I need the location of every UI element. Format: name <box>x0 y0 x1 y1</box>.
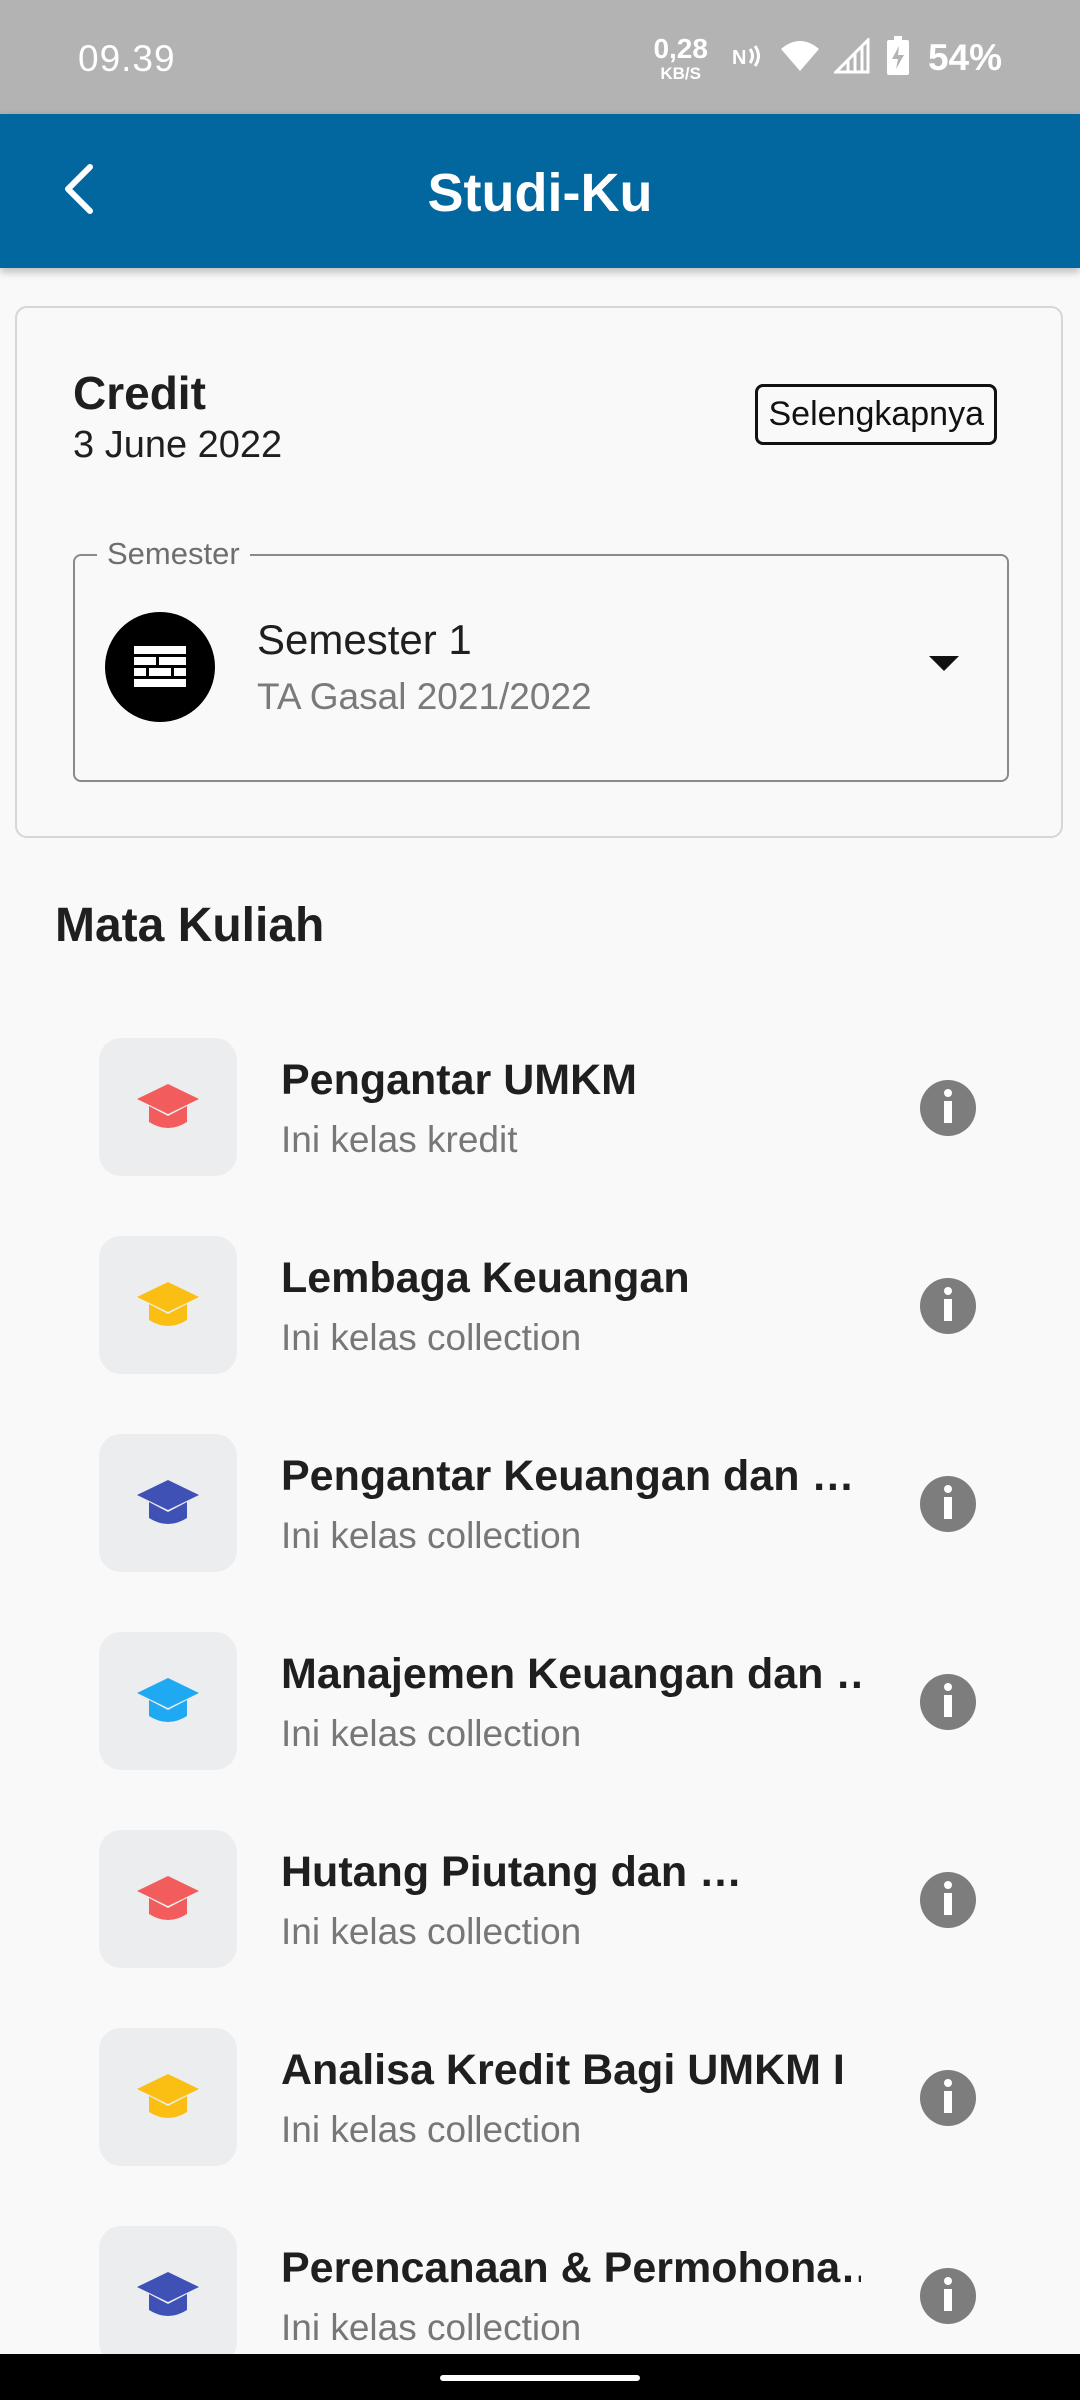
wall-icon <box>105 612 215 722</box>
course-item[interactable]: Hutang Piutang dan … Ini kelas collectio… <box>0 1830 1080 1968</box>
graduation-cap-icon <box>99 1236 237 1374</box>
info-icon <box>943 1088 953 1128</box>
home-gesture-handle[interactable] <box>440 2375 640 2381</box>
semester-label: Semester <box>97 536 250 572</box>
course-description: Ini kelas collection <box>281 1911 582 1952</box>
network-speed-value: 0,28 <box>653 32 708 64</box>
see-more-button[interactable]: Selengkapnya <box>755 384 997 445</box>
nfc-icon: N <box>732 39 766 78</box>
app-bar: Studi-Ku <box>0 114 1080 268</box>
course-name: Pengantar Keuangan dan … <box>281 1452 855 1500</box>
info-icon <box>943 2276 953 2316</box>
info-button[interactable] <box>920 1080 976 1136</box>
svg-text:N: N <box>732 47 746 69</box>
course-name: Manajemen Keuangan dan … <box>281 1650 861 1698</box>
course-description: Ini kelas collection <box>281 2307 582 2348</box>
course-item[interactable]: Pengantar Keuangan dan … Ini kelas colle… <box>0 1434 1080 1572</box>
course-name: Pengantar UMKM <box>281 1056 637 1104</box>
semester-selected: Semester 1 <box>257 616 472 663</box>
info-button[interactable] <box>920 1674 976 1730</box>
info-icon <box>943 1880 953 1920</box>
info-button[interactable] <box>920 2070 976 2126</box>
battery-percentage: 54% <box>927 37 1002 78</box>
info-icon <box>943 1286 953 1326</box>
credit-date: 3 June 2022 <box>73 424 283 466</box>
course-description: Ini kelas collection <box>281 1713 582 1754</box>
status-icons: 0,28 KB/S N 54% <box>653 30 1002 86</box>
course-description: Ini kelas collection <box>281 1317 582 1358</box>
page-title: Studi-Ku <box>427 163 653 223</box>
course-name: Hutang Piutang dan … <box>281 1848 743 1896</box>
course-name: Analisa Kredit Bagi UMKM I <box>281 2046 845 2094</box>
course-description: Ini kelas kredit <box>281 1119 518 1160</box>
info-icon <box>943 1682 953 1722</box>
dropdown-arrow-icon <box>929 656 959 671</box>
course-name: Perencanaan & Permohona… <box>281 2244 861 2292</box>
status-time: 09.39 <box>78 38 176 79</box>
graduation-cap-icon <box>99 2028 237 2166</box>
battery-charging-icon <box>886 35 910 81</box>
course-item[interactable]: Pengantar UMKM Ini kelas kredit <box>0 1038 1080 1176</box>
navigation-bar <box>0 2354 1080 2400</box>
graduation-cap-icon <box>99 2226 237 2364</box>
course-name: Lembaga Keuangan <box>281 1254 690 1302</box>
info-button[interactable] <box>920 1872 976 1928</box>
graduation-cap-icon <box>99 1038 237 1176</box>
signal-icon <box>832 35 872 79</box>
graduation-cap-icon <box>99 1830 237 1968</box>
screen: 09.39 0,28 KB/S N 54% Studi-Ku Credit 3 … <box>0 0 1080 2400</box>
graduation-cap-icon <box>99 1434 237 1572</box>
credit-card: Credit 3 June 2022 Selengkapnya Semester… <box>15 306 1063 838</box>
status-bar: 09.39 0,28 KB/S N 54% <box>0 0 1080 114</box>
info-icon <box>943 1484 953 1524</box>
graduation-cap-icon <box>99 1632 237 1770</box>
course-item[interactable]: Perencanaan & Permohona… Ini kelas colle… <box>0 2226 1080 2364</box>
network-speed: 0,28 KB/S <box>653 32 708 83</box>
network-speed-unit: KB/S <box>660 63 701 83</box>
course-item[interactable]: Lembaga Keuangan Ini kelas collection <box>0 1236 1080 1374</box>
section-title: Mata Kuliah <box>55 899 325 952</box>
info-button[interactable] <box>920 1476 976 1532</box>
info-button[interactable] <box>920 2268 976 2324</box>
course-description: Ini kelas collection <box>281 1515 582 1556</box>
course-description: Ini kelas collection <box>281 2109 582 2150</box>
semester-dropdown[interactable]: Semester Semester 1 TA Gasal 2021/2022 <box>73 536 1009 782</box>
info-icon <box>943 2078 953 2118</box>
credit-title: Credit <box>73 367 206 419</box>
course-item[interactable]: Analisa Kredit Bagi UMKM I Ini kelas col… <box>0 2028 1080 2166</box>
course-item[interactable]: Manajemen Keuangan dan … Ini kelas colle… <box>0 1632 1080 1770</box>
wifi-icon <box>780 39 820 78</box>
semester-subtitle: TA Gasal 2021/2022 <box>257 676 592 717</box>
info-button[interactable] <box>920 1278 976 1334</box>
